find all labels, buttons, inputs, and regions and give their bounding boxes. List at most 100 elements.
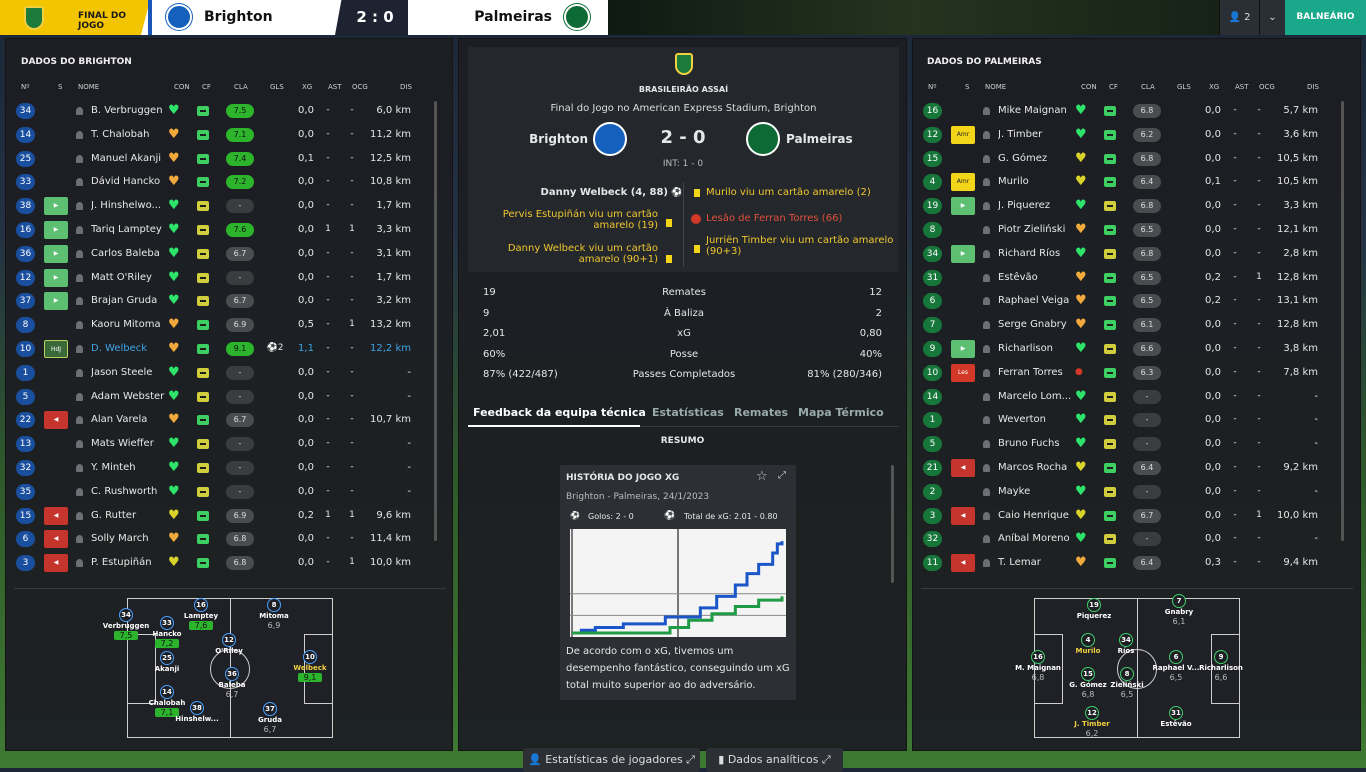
- player-name[interactable]: Ferran Torres: [998, 367, 1074, 378]
- player-name[interactable]: Weverton: [998, 414, 1074, 425]
- table-row[interactable]: 15 ◀ G. Rutter ♥ 6.9 0,2 1 1 9,6 km: [6, 504, 452, 528]
- tab-feedback[interactable]: Feedback da equipa técnica: [473, 406, 646, 419]
- player-name[interactable]: Caio Henrique: [998, 510, 1074, 521]
- formation-player[interactable]: 9 Richarlison 6,6: [1193, 650, 1249, 682]
- player-name[interactable]: Marcos Rocha: [998, 462, 1074, 473]
- player-name[interactable]: D. Welbeck: [91, 343, 167, 354]
- table-row[interactable]: 2 Mayke ♥ - 0,0 - - -: [913, 480, 1360, 504]
- table-row[interactable]: 15 G. Gómez ♥ 6.8 0,0 - - 10,5 km: [913, 147, 1360, 171]
- player-name[interactable]: Brajan Gruda: [91, 295, 167, 306]
- player-name[interactable]: Raphael Veiga: [998, 295, 1074, 306]
- player-name[interactable]: Carlos Baleba: [91, 248, 167, 259]
- formation-player[interactable]: 16 M. Maignan 6,8: [1010, 650, 1066, 682]
- formation-player[interactable]: 12 J. Timber 6,2: [1064, 706, 1120, 738]
- away-list-scrollbar[interactable]: [1341, 101, 1344, 541]
- player-name[interactable]: J. Piquerez: [998, 200, 1074, 211]
- formation-player[interactable]: 8 Zieliński 6,5: [1099, 667, 1155, 699]
- player-name[interactable]: Adam Webster: [91, 391, 167, 402]
- table-row[interactable]: 12 Amr J. Timber ♥ 6.2 0,0 - - 3,6 km: [913, 123, 1360, 147]
- table-row[interactable]: 1 Jason Steele ♥ - 0,0 - - -: [6, 361, 452, 385]
- table-row[interactable]: 21 ◀ Marcos Rocha ♥ 6.4 0,0 - - 9,2 km: [913, 456, 1360, 480]
- formation-player[interactable]: 8 Mitoma 6,9: [246, 598, 302, 630]
- formation-player[interactable]: 36 Baleba 6,7: [204, 667, 260, 699]
- player-name[interactable]: Aníbal Moreno: [998, 533, 1074, 544]
- table-row[interactable]: 25 Manuel Akanji ♥ 7.4 0,1 - - 12,5 km: [6, 147, 452, 171]
- player-name[interactable]: G. Rutter: [91, 510, 167, 521]
- player-name[interactable]: Mike Maignan: [998, 105, 1074, 116]
- table-row[interactable]: 19 ▶ J. Piquerez ♥ 6.8 0,0 - - 3,3 km: [913, 194, 1360, 218]
- tab-remates[interactable]: Remates: [734, 406, 788, 419]
- player-name[interactable]: Manuel Akanji: [91, 153, 167, 164]
- player-name[interactable]: Y. Minteh: [91, 462, 167, 473]
- player-name[interactable]: Murilo: [998, 176, 1074, 187]
- player-name[interactable]: Matt O'Riley: [91, 272, 167, 283]
- table-row[interactable]: 33 Dávid Hancko ♥ 7.2 0,0 - - 10,8 km: [6, 170, 452, 194]
- table-row[interactable]: 8 Kaoru Mitoma ♥ 6.9 0,5 - 1 13,2 km: [6, 313, 452, 337]
- home-team-tag[interactable]: Brighton: [148, 0, 338, 35]
- table-row[interactable]: 36 ▶ Carlos Baleba ♥ 6.7 0,0 - - 3,1 km: [6, 242, 452, 266]
- formation-player[interactable]: 31 Estêvão: [1148, 706, 1204, 728]
- table-row[interactable]: 38 ▶ J. Hinshelwo... ♥ - 0,0 - - 1,7 km: [6, 194, 452, 218]
- table-row[interactable]: 8 Piotr Zieliński ♥ 6.5 0,0 - - 12,1 km: [913, 218, 1360, 242]
- table-row[interactable]: 35 C. Rushworth ♥ - 0,0 - - -: [6, 480, 452, 504]
- player-name[interactable]: Estêvão: [998, 272, 1074, 283]
- player-name[interactable]: Jason Steele: [91, 367, 167, 378]
- formation-player[interactable]: 25 Akanji: [139, 651, 195, 673]
- formation-player[interactable]: 34 Ríos: [1098, 633, 1154, 655]
- player-name[interactable]: B. Verbruggen: [91, 105, 167, 116]
- player-name[interactable]: T. Lemar: [998, 557, 1074, 568]
- table-row[interactable]: 10 HdJ D. Welbeck ♥ 9.1 ⚽2 1,1 - - 12,2 km: [6, 337, 452, 361]
- player-name[interactable]: T. Chalobah: [91, 129, 167, 140]
- table-row[interactable]: 16 Mike Maignan ♥ 6.8 0,0 - - 5,7 km: [913, 99, 1360, 123]
- home-list-scrollbar[interactable]: [434, 101, 437, 541]
- player-name[interactable]: P. Estupiñán: [91, 557, 167, 568]
- player-name[interactable]: Alan Varela: [91, 414, 167, 425]
- formation-player[interactable]: 37 Gruda 6,7: [242, 702, 298, 734]
- formation-player[interactable]: 38 Hinshelw...: [169, 701, 225, 723]
- table-row[interactable]: 11 ◀ T. Lemar ♥ 6.4 0,3 - - 9,4 km: [913, 551, 1360, 575]
- tab-mapa-termico[interactable]: Mapa Térmico: [798, 406, 884, 419]
- table-row[interactable]: 32 Y. Minteh ♥ - 0,0 - - -: [6, 456, 452, 480]
- away-team-tag[interactable]: Palmeiras: [408, 0, 608, 35]
- table-row[interactable]: 5 Bruno Fuchs ♥ - 0,0 - - -: [913, 432, 1360, 456]
- player-name[interactable]: G. Gómez: [998, 153, 1074, 164]
- formation-player[interactable]: 12 O'Riley: [201, 633, 257, 655]
- player-name[interactable]: J. Timber: [998, 129, 1074, 140]
- player-name[interactable]: Mayke: [998, 486, 1074, 497]
- table-row[interactable]: 7 Serge Gnabry ♥ 6.1 0,0 - - 12,8 km: [913, 313, 1360, 337]
- star-icon[interactable]: ☆: [756, 469, 768, 484]
- player-name[interactable]: Kaoru Mitoma: [91, 319, 167, 330]
- tab-estatisticas[interactable]: Estatísticas: [652, 406, 724, 419]
- player-name[interactable]: C. Rushworth: [91, 486, 167, 497]
- player-name[interactable]: Bruno Fuchs: [998, 438, 1074, 449]
- player-name[interactable]: Richard Ríos: [998, 248, 1074, 259]
- player-name[interactable]: J. Hinshelwo...: [91, 200, 167, 211]
- table-row[interactable]: 12 ▶ Matt O'Riley ♥ - 0,0 - - 1,7 km: [6, 266, 452, 290]
- expand-icon[interactable]: ⤢: [778, 470, 786, 481]
- chevron-down-icon[interactable]: ⌄: [1259, 0, 1285, 35]
- player-name[interactable]: Mats Wieffer: [91, 438, 167, 449]
- player-name[interactable]: Dávid Hancko: [91, 176, 167, 187]
- player-name[interactable]: Marcelo Lom...: [998, 391, 1074, 402]
- xg-story-card[interactable]: HISTÓRIA DO JOGO XG ☆ ⤢ Brighton - Palme…: [560, 465, 796, 700]
- table-row[interactable]: 34 B. Verbruggen ♥ 7.5 0,0 - - 6,0 km: [6, 99, 452, 123]
- table-row[interactable]: 4 Amr Murilo ♥ 6.4 0,1 - - 10,5 km: [913, 170, 1360, 194]
- analytics-button[interactable]: ▮ Dados analíticos ⤢: [706, 748, 843, 772]
- table-row[interactable]: 13 Mats Wieffer ♥ - 0,0 - - -: [6, 432, 452, 456]
- table-row[interactable]: 9 ▶ Richarlison ♥ 6.6 0,0 - - 3,8 km: [913, 337, 1360, 361]
- summary-scrollbar[interactable]: [891, 465, 894, 583]
- table-row[interactable]: 1 Weverton ♥ - 0,0 - - -: [913, 408, 1360, 432]
- formation-player[interactable]: 10 Welbeck 9,1: [282, 650, 338, 682]
- table-row[interactable]: 10 Les Ferran Torres ● 6.3 0,0 - - 7,8 km: [913, 361, 1360, 385]
- users-button[interactable]: 👤 2: [1219, 0, 1259, 35]
- table-row[interactable]: 14 Marcelo Lom... ♥ - 0,0 - - -: [913, 385, 1360, 409]
- table-row[interactable]: 31 Estêvão ♥ 6.5 0,2 - 1 12,8 km: [913, 266, 1360, 290]
- table-row[interactable]: 3 ◀ Caio Henrique ♥ 6.7 0,0 - 1 10,0 km: [913, 504, 1360, 528]
- player-name[interactable]: Richarlison: [998, 343, 1074, 354]
- player-name[interactable]: Piotr Zieliński: [998, 224, 1074, 235]
- table-row[interactable]: 16 ▶ Tariq Lamptey ♥ 7.6 0,0 1 1 3,3 km: [6, 218, 452, 242]
- table-row[interactable]: 22 ◀ Alan Varela ♥ 6.7 0,0 - - 10,7 km: [6, 408, 452, 432]
- player-name[interactable]: Tariq Lamptey: [91, 224, 167, 235]
- table-row[interactable]: 3 ◀ P. Estupiñán ♥ 6.8 0,0 - 1 10,0 km: [6, 551, 452, 575]
- table-row[interactable]: 14 T. Chalobah ♥ 7.1 0,0 - - 11,2 km: [6, 123, 452, 147]
